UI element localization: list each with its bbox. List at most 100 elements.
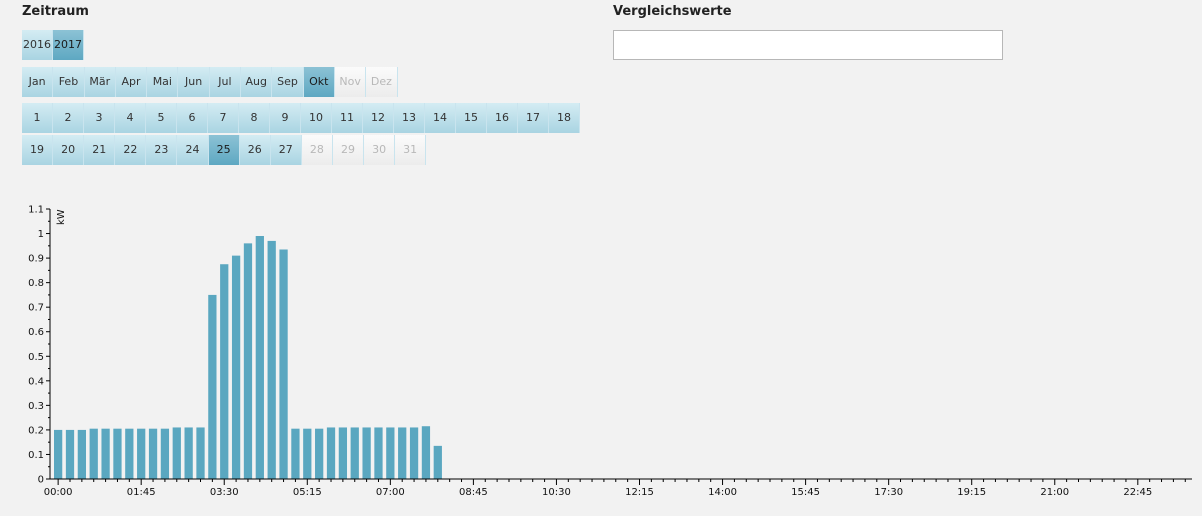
days-row1-button-6[interactable]: 6 [177, 103, 208, 133]
bar [315, 428, 324, 479]
months-button-Jul[interactable]: Jul [209, 67, 242, 97]
y-tick-label: 0.9 [28, 254, 44, 265]
bar [77, 429, 86, 479]
bar [65, 429, 75, 479]
bar [148, 428, 158, 479]
bar [243, 243, 253, 479]
x-tick-label: 17:30 [874, 487, 903, 498]
bar [338, 427, 348, 479]
days-row2-button-28: 28 [301, 135, 333, 165]
days-row1-button-17[interactable]: 17 [518, 103, 549, 133]
days-row1-button-7[interactable]: 7 [208, 103, 239, 133]
x-tick-label: 21:00 [1040, 487, 1069, 498]
bar [137, 428, 146, 479]
days-row2-button-26[interactable]: 26 [239, 135, 271, 165]
months-button-Jun[interactable]: Jun [178, 67, 210, 97]
days-row1-button-14[interactable]: 14 [425, 103, 456, 133]
days-row2-button-22[interactable]: 22 [115, 135, 147, 165]
days-row1-button-11[interactable]: 11 [332, 103, 363, 133]
compare-values-input[interactable] [613, 30, 1003, 60]
bar [433, 445, 442, 479]
x-tick-label: 05:15 [293, 487, 322, 498]
bar [398, 427, 407, 479]
bar [326, 427, 336, 479]
x-tick-label: 01:45 [127, 487, 156, 498]
months-button-Apr[interactable]: Apr [115, 67, 148, 97]
days-row1-button-4[interactable]: 4 [115, 103, 146, 133]
months-button-Aug[interactable]: Aug [241, 67, 273, 97]
days-row2-button-27[interactable]: 27 [270, 135, 302, 165]
bar [54, 429, 63, 479]
x-tick-label: 22:45 [1123, 487, 1152, 498]
months-button-Mär[interactable]: Mär [84, 67, 116, 97]
y-tick-label: 0.5 [28, 352, 44, 363]
months-button-Dez: Dez [366, 67, 398, 97]
y-tick-label: 0 [38, 475, 44, 486]
y-tick-label: 0.8 [28, 278, 44, 289]
days-row2-button-29: 29 [332, 135, 365, 165]
day-selector-row-2: 19 20 21 22 23 24 25 26 27 28 29 30 31 [22, 135, 427, 165]
bar [374, 427, 383, 479]
bar [172, 427, 181, 479]
bar [421, 426, 431, 479]
y-axis-unit-label: kW [56, 209, 67, 225]
bar [196, 427, 205, 479]
months-button-Okt[interactable]: Okt [303, 67, 335, 97]
days-row1-button-15[interactable]: 15 [456, 103, 487, 133]
days-row2-button-31: 31 [395, 135, 427, 165]
months-button-Mai[interactable]: Mai [147, 67, 179, 97]
days-row2-button-23[interactable]: 23 [146, 135, 178, 165]
x-tick-label: 03:30 [210, 487, 239, 498]
bar [89, 428, 98, 479]
years-button-2017[interactable]: 2017 [53, 30, 84, 60]
bar [409, 427, 419, 479]
bar [303, 428, 312, 479]
month-selector: Jan Feb Mär Apr Mai Jun Jul Aug Sep Okt Nov Dez [22, 67, 398, 97]
days-row1-button-13[interactable]: 13 [394, 103, 425, 133]
months-button-Feb[interactable]: Feb [53, 67, 85, 97]
days-row2-button-30: 30 [364, 135, 396, 165]
bar [231, 255, 241, 479]
bar [208, 294, 217, 479]
y-tick-label: 1.1 [28, 205, 44, 216]
bar [350, 427, 359, 479]
y-tick-label: 0.4 [28, 376, 44, 387]
bar [255, 236, 264, 479]
x-tick-label: 07:00 [376, 487, 405, 498]
days-row1-button-12[interactable]: 12 [363, 103, 394, 133]
days-row1-button-18[interactable]: 18 [549, 103, 580, 133]
days-row2-button-20[interactable]: 20 [53, 135, 85, 165]
power-chart: 0 0.1 0.2 0.3 0.4 0.5 0.6 0.7 0.8 0.9 1 1.1 00:00 01… [28, 205, 1192, 498]
x-tick-label: 08:45 [459, 487, 488, 498]
bar [386, 427, 395, 479]
y-tick-label: 0.7 [28, 303, 44, 314]
months-button-Sep[interactable]: Sep [272, 67, 304, 97]
bar [291, 428, 300, 479]
years-button-2016[interactable]: 2016 [22, 30, 53, 60]
days-row1-button-10[interactable]: 10 [301, 103, 332, 133]
days-row1-button-1[interactable]: 1 [22, 103, 53, 133]
bar [362, 427, 371, 479]
bar [101, 428, 110, 479]
days-row1-button-16[interactable]: 16 [487, 103, 518, 133]
days-row2-button-21[interactable]: 21 [84, 135, 116, 165]
days-row2-button-24[interactable]: 24 [177, 135, 209, 165]
x-tick-label: 12:15 [625, 487, 654, 498]
y-tick-label: 0.2 [28, 425, 44, 436]
days-row1-button-5[interactable]: 5 [146, 103, 177, 133]
days-row1-button-2[interactable]: 2 [53, 103, 84, 133]
day-selector-row-1: 1 2 3 4 5 6 7 8 9 10 11 12 13 14 15 16 17 18 [22, 103, 580, 133]
days-row2-button-25[interactable]: 25 [208, 135, 240, 165]
days-row2-button-19[interactable]: 19 [22, 135, 54, 165]
y-axis: 0 0.1 0.2 0.3 0.4 0.5 0.6 0.7 0.8 0.9 1 1.1 [28, 205, 51, 486]
days-row1-button-8[interactable]: 8 [239, 103, 270, 133]
days-row1-button-9[interactable]: 9 [270, 103, 301, 133]
months-button-Jan[interactable]: Jan [22, 67, 54, 97]
compare-title: Vergleichswerte [613, 4, 732, 19]
days-row1-button-3[interactable]: 3 [84, 103, 115, 133]
bar [113, 428, 122, 479]
x-tick-label: 15:45 [791, 487, 820, 498]
bars [54, 236, 442, 479]
bar [184, 427, 193, 479]
x-tick-label: 19:15 [957, 487, 986, 498]
